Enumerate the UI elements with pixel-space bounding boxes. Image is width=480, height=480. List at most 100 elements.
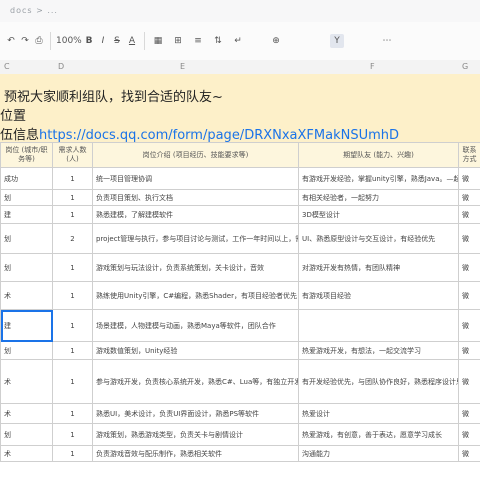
paint-format-icon[interactable]: ⎙ [34, 34, 44, 48]
cell-contact[interactable]: 微 [458, 189, 480, 206]
banner-line-team-info: 伍信息https://docs.qq.com/form/page/DRXNxaX… [0, 124, 399, 143]
cell-description[interactable]: 游戏数值策划，Unity经验 [92, 341, 299, 360]
cell-description[interactable]: 熟练使用Unity引擎，C#编程，熟悉Shader，有项目经验者优先 [92, 281, 299, 310]
cell-position[interactable]: 术 [0, 281, 53, 310]
cell-teammate[interactable]: UI、熟悉原型设计与交互设计，有经验优先 [298, 223, 459, 254]
table-row: 成功 1 统一项目管理协调 有游戏开发经验，掌握unity引擎，熟悉Java。—起微 [0, 167, 480, 190]
cell-count[interactable]: 1 [52, 403, 93, 424]
cell-teammate[interactable]: 热爱游戏，有创意，善于表达，愿意学习成长 [298, 423, 459, 446]
toolbar-divider [144, 32, 145, 50]
redo-icon[interactable]: ↷ [20, 34, 30, 48]
cell-count[interactable]: 1 [52, 189, 93, 206]
spreadsheet-grid: 岗位 (城市/职务等) 需求人数 (人) 岗位介绍 (项目经历、技能要求等) 期… [0, 142, 480, 480]
cell-contact[interactable]: 微 [458, 359, 480, 404]
zoom-select[interactable]: 100% [56, 34, 82, 48]
cell-teammate[interactable]: 有游戏开发经验，掌握unity引擎，熟悉Java。—起 [298, 167, 459, 190]
cell-count[interactable]: 1 [52, 167, 93, 190]
cell-description[interactable]: 熟悉UI，美术设计，负责UI界面设计，熟悉PS等软件 [92, 403, 299, 424]
table-row: 划 1 游戏策划，熟悉游戏类型，负责关卡与剧情设计 热爱游戏，有创意，善于表达，愿意学… [0, 423, 480, 446]
cell-description[interactable]: 场景建模，人物建模与动画，熟悉Maya等软件，团队合作 [92, 309, 299, 342]
cell-teammate[interactable]: 有相关经验者，一起努力 [298, 189, 459, 206]
cell-position[interactable]: 建 [0, 205, 53, 224]
cell-teammate[interactable]: 3D模型设计 [298, 205, 459, 224]
cell-description[interactable]: 参与游戏开发，负责核心系统开发，熟悉C#、Lua等，有独立开发经验，可以在比赛中… [92, 359, 299, 404]
breadcrumb: docs > ... [10, 6, 58, 15]
banner-team-info-label: 伍信息 [0, 128, 40, 143]
header-count: 需求人数 (人) [52, 142, 93, 168]
strikethrough-button[interactable]: S [112, 34, 122, 48]
cell-description[interactable]: 负责游戏音效与配乐制作，熟悉相关软件 [92, 445, 299, 462]
vertical-align-icon[interactable]: ⇅ [212, 34, 224, 48]
cell-position[interactable]: 划 [0, 223, 53, 254]
cell-contact[interactable]: 微 [458, 403, 480, 424]
cell-teammate[interactable]: 热爱游戏开发，有想法，一起交流学习 [298, 341, 459, 360]
cell-teammate[interactable] [298, 309, 459, 342]
cell-count[interactable]: 1 [52, 341, 93, 360]
more-icon[interactable]: ⋯ [380, 34, 394, 48]
cell-teammate[interactable]: 对游戏开发有热情，有团队精神 [298, 253, 459, 282]
filter-icon[interactable]: Y [330, 34, 344, 48]
cell-teammate[interactable]: 热爱设计 [298, 403, 459, 424]
cell-contact[interactable]: 微 [458, 167, 480, 190]
wrap-icon[interactable]: ↵ [232, 34, 244, 48]
cell-position[interactable]: 术 [0, 359, 53, 404]
cell-teammate[interactable]: 有游戏项目经验 [298, 281, 459, 310]
cell-position[interactable]: 术 [0, 403, 53, 424]
column-header-f[interactable]: F [370, 62, 375, 71]
cell-count[interactable]: 1 [52, 309, 93, 342]
cell-contact[interactable]: 微 [458, 223, 480, 254]
header-position: 岗位 (城市/职务等) [0, 142, 53, 168]
cell-contact[interactable]: 微 [458, 445, 480, 462]
cell-contact[interactable]: 微 [458, 281, 480, 310]
cell-description[interactable]: 统一项目管理协调 [92, 167, 299, 190]
column-headers: C D E F G [0, 60, 480, 75]
cell-count[interactable]: 1 [52, 359, 93, 404]
cell-contact[interactable]: 微 [458, 205, 480, 224]
cell-count[interactable]: 1 [52, 205, 93, 224]
text-color-button[interactable]: A [126, 34, 138, 48]
cell-description[interactable]: 熟悉建模，了解建模软件 [92, 205, 299, 224]
cell-count[interactable]: 1 [52, 423, 93, 446]
table-row: 划 1 游戏策划与玩法设计，负责系统策划，关卡设计，音效 对游戏开发有热情，有团队精神… [0, 253, 480, 282]
bold-button[interactable]: B [84, 34, 94, 48]
cell-teammate[interactable]: 沟通能力 [298, 445, 459, 462]
header-teammate: 期望队友 (能力、兴趣) [298, 142, 459, 168]
italic-button[interactable]: I [98, 34, 108, 48]
cell-position[interactable]: 划 [0, 189, 53, 206]
header-description: 岗位介绍 (项目经历、技能要求等) [92, 142, 299, 168]
cell-contact[interactable]: 微 [458, 423, 480, 446]
table-row: 术 1 负责游戏音效与配乐制作，熟悉相关软件 沟通能力微 [0, 445, 480, 462]
cell-position[interactable]: 划 [0, 253, 53, 282]
cell-position[interactable]: 划 [0, 423, 53, 446]
borders-icon[interactable]: ⊞ [172, 34, 184, 48]
table-row: 术 1 熟悉UI，美术设计，负责UI界面设计，熟悉PS等软件 热爱设计微 [0, 403, 480, 424]
cell-contact[interactable]: 微 [458, 253, 480, 282]
cell-description[interactable]: 游戏策划与玩法设计，负责系统策划，关卡设计，音效 [92, 253, 299, 282]
cell-count[interactable]: 1 [52, 281, 93, 310]
cell-contact[interactable]: 微 [458, 341, 480, 360]
align-icon[interactable]: ≡ [192, 34, 204, 48]
cell-teammate[interactable]: 有开发经验优先，与团队协作良好，熟悉程序设计思路 [298, 359, 459, 404]
table-row: 划 1 负责项目策划、执行文档 有相关经验者，一起努力微 [0, 189, 480, 206]
cell-description[interactable]: 负责项目策划、执行文档 [92, 189, 299, 206]
form-link[interactable]: https://docs.qq.com/form/page/DRXNxaXFMa… [39, 128, 399, 143]
cell-position[interactable]: 建 [0, 309, 53, 342]
cell-count[interactable]: 2 [52, 223, 93, 254]
cell-description[interactable]: project管理与执行，参与项目讨论与测试，工作一年时间以上，需要：UI/UX… [92, 223, 299, 254]
column-header-e[interactable]: E [180, 62, 185, 71]
cell-contact[interactable]: 微 [458, 309, 480, 342]
cell-position[interactable]: 成功 [0, 167, 53, 190]
cell-description[interactable]: 游戏策划，熟悉游戏类型，负责关卡与剧情设计 [92, 423, 299, 446]
cell-position[interactable]: 术 [0, 445, 53, 462]
column-header-c[interactable]: C [4, 62, 10, 71]
fill-color-icon[interactable]: ▦ [152, 34, 164, 48]
column-header-d[interactable]: D [58, 62, 64, 71]
column-header-g[interactable]: G [462, 62, 468, 71]
cell-position[interactable]: 划 [0, 341, 53, 360]
undo-icon[interactable]: ↶ [6, 34, 16, 48]
table-row: 划 1 游戏数值策划，Unity经验 热爱游戏开发，有想法，一起交流学习微 [0, 341, 480, 360]
cell-count[interactable]: 1 [52, 253, 93, 282]
cell-count[interactable]: 1 [52, 445, 93, 462]
insert-icon[interactable]: ⊕ [270, 34, 282, 48]
toolbar-divider [50, 32, 51, 50]
